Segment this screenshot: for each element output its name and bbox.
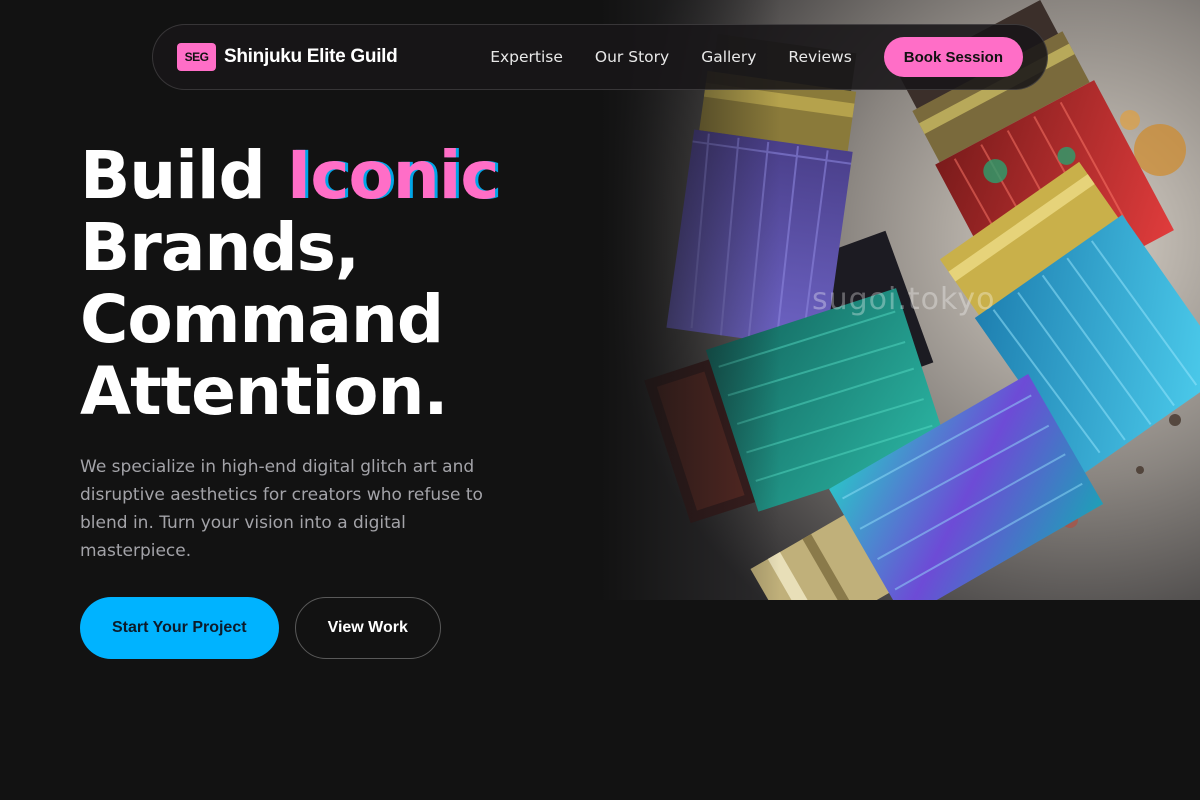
hero-image: sugoi.tokyo [600,0,1200,600]
headline-line-2: Brands, [80,209,360,286]
start-project-button[interactable]: Start Your Project [80,597,279,659]
nav-link-gallery[interactable]: Gallery [701,48,756,66]
headline-line-4: Attention. [80,353,449,430]
brand-badge: SEG [177,43,216,71]
brand-name: Shinjuku Elite Guild [224,46,398,67]
book-session-button[interactable]: Book Session [883,37,1023,77]
nav-links: Expertise Our Story Gallery Reviews Book… [490,37,1023,77]
hero-headline: Build Iconic Brands, Command Attention. [80,140,600,428]
headline-word-build: Build [80,137,287,214]
nav-link-expertise[interactable]: Expertise [490,48,563,66]
hero-description: We specialize in high-end digital glitch… [80,457,483,561]
headline-line-3: Command [80,281,444,358]
brand-logo[interactable]: SEG Shinjuku Elite Guild [177,43,398,71]
image-watermark: sugoi.tokyo [812,282,996,317]
view-work-button[interactable]: View Work [294,597,441,659]
headline-accent-word: Iconic [286,137,500,214]
hero-cta-group: Start Your Project View Work [80,597,441,659]
nav-link-our-story[interactable]: Our Story [595,48,669,66]
nav-link-reviews[interactable]: Reviews [788,48,851,66]
headline-line-1: Build Iconic [80,140,600,212]
top-navigation: SEG Shinjuku Elite Guild Expertise Our S… [152,24,1048,90]
